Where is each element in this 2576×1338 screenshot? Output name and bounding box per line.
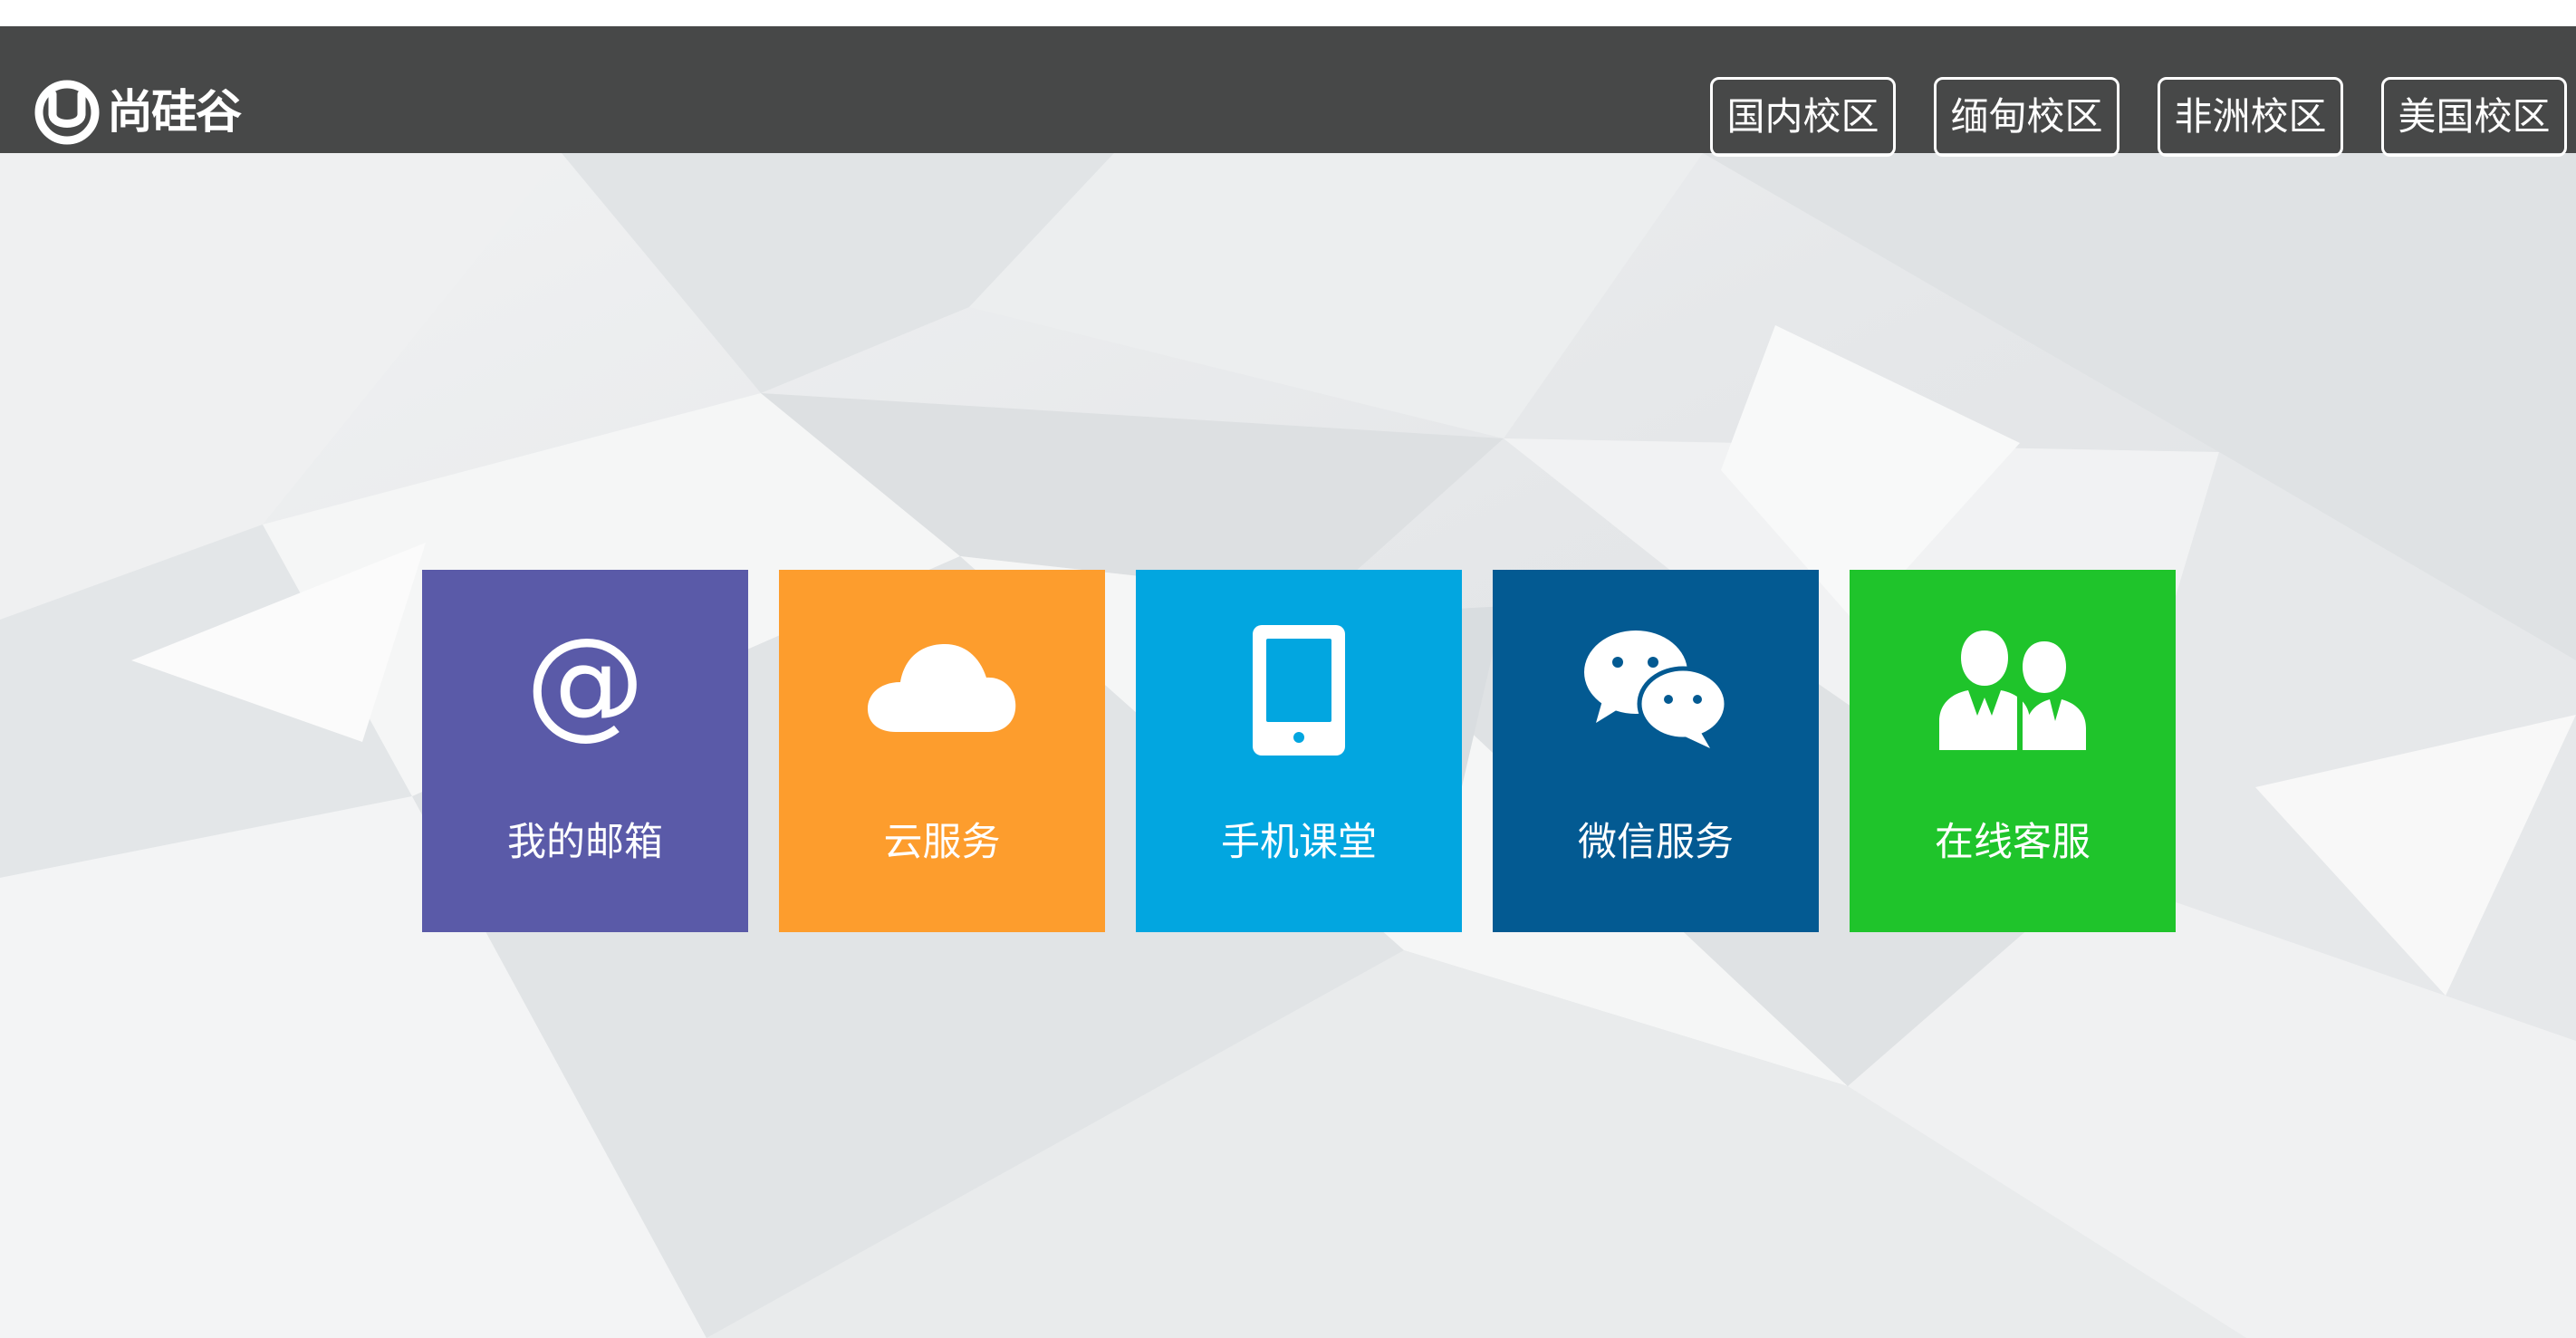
cloud-service-label: 云服务	[883, 820, 1001, 865]
my-mailbox-label: 我的邮箱	[507, 820, 663, 865]
online-support-tile[interactable]: 在线客服	[1850, 570, 2176, 932]
campus-africa-button[interactable]: 非洲校区	[2158, 77, 2343, 157]
brand-logo[interactable]: 尚硅谷	[34, 77, 242, 148]
brand-name: 尚硅谷	[107, 85, 242, 140]
cloud-icon	[779, 622, 1105, 758]
campus-navigation: 国内校区 缅甸校区 非洲校区 美国校区	[1710, 77, 2567, 157]
site-header: 尚硅谷 国内校区 缅甸校区 非洲校区 美国校区	[0, 26, 2576, 157]
online-support-label: 在线客服	[1935, 820, 2091, 865]
cloud-service-tile[interactable]: 云服务	[779, 570, 1105, 932]
users-icon	[1850, 622, 2176, 758]
mobile-classroom-tile[interactable]: 手机课堂	[1136, 570, 1462, 932]
wechat-service-tile[interactable]: 微信服务	[1493, 570, 1819, 932]
page: 尚硅谷 国内校区 缅甸校区 非洲校区 美国校区 @ 我的邮箱 云服务 手机课堂 …	[0, 0, 2576, 1338]
service-tiles: @ 我的邮箱 云服务 手机课堂 微信服务 在线客服	[422, 570, 2176, 932]
phone-icon	[1136, 622, 1462, 758]
wechat-service-label: 微信服务	[1578, 820, 1734, 865]
campus-myanmar-button[interactable]: 缅甸校区	[1934, 77, 2119, 157]
at-icon: @	[422, 622, 748, 758]
campus-usa-button[interactable]: 美国校区	[2381, 77, 2567, 157]
brand-logo-icon	[34, 80, 100, 145]
my-mailbox-tile[interactable]: @ 我的邮箱	[422, 570, 748, 932]
top-strip	[0, 0, 2576, 26]
campus-domestic-button[interactable]: 国内校区	[1710, 77, 1896, 157]
svg-text:@: @	[525, 629, 645, 752]
mobile-classroom-label: 手机课堂	[1221, 820, 1377, 865]
wechat-icon	[1493, 622, 1819, 758]
